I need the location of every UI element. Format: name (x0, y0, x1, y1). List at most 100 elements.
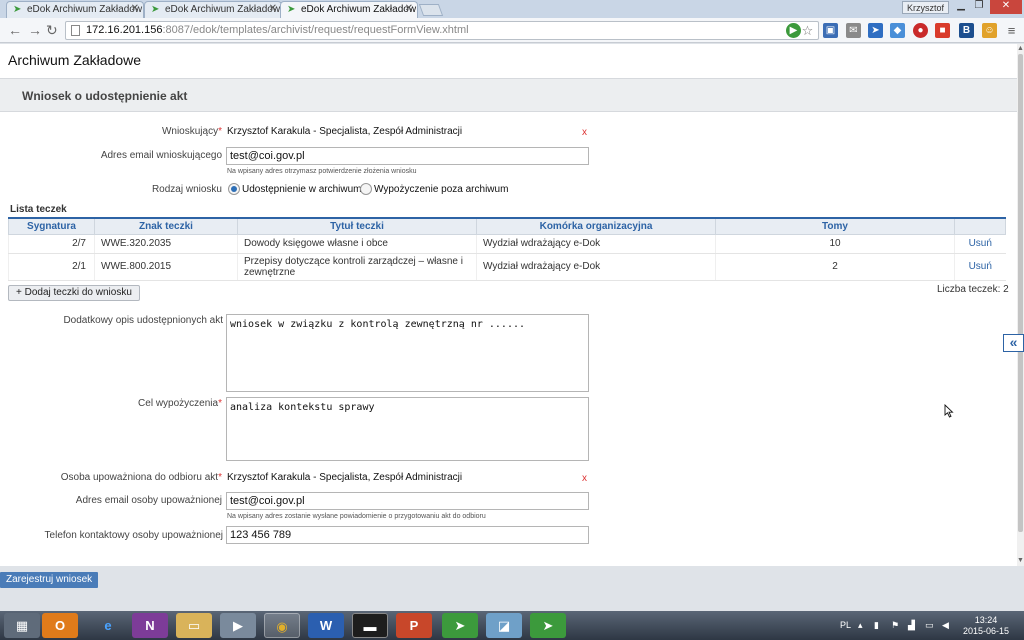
taskbar-chrome-icon[interactable]: ◉ (264, 613, 300, 638)
bookmark-star-icon[interactable]: ☆ (800, 23, 815, 38)
tray-volume-icon[interactable]: ◀ (942, 620, 949, 631)
close-tab-icon[interactable]: ✕ (269, 3, 277, 14)
extra-description-label: Dodatkowy opis udostępnionych akt (63, 315, 223, 326)
cell-tytul: Dowody księgowe własne i obce (237, 234, 477, 254)
clear-authorized-person-button[interactable]: x (582, 473, 587, 484)
register-request-button[interactable]: Zarejestruj wniosek (0, 572, 99, 588)
browser-tab-active[interactable]: ➤ eDok Archiwum Zakładow ✕ (280, 1, 418, 18)
phone-field[interactable]: 123 456 789 (226, 526, 589, 544)
authorized-email-label: Adres email osoby upoważnionej (75, 495, 222, 506)
extension-stop-icon[interactable]: ● (913, 23, 928, 38)
column-header-znak[interactable]: Znak teczki (94, 217, 238, 235)
scroll-up-icon[interactable]: ▲ (1017, 45, 1024, 52)
browser-user-badge[interactable]: Krzysztof (902, 1, 950, 14)
radio-wypozyczenie-label[interactable]: Wypożyczenie poza archiwum (374, 184, 508, 195)
mouse-cursor-icon (944, 404, 954, 418)
page-scrollbar[interactable]: ▲ ▼ (1017, 44, 1024, 566)
authorized-person-value: Krzysztof Karakula - Specjalista, Zespół… (227, 472, 463, 483)
taskbar-word-icon[interactable]: W (308, 613, 344, 638)
column-header-sygnatura[interactable]: Sygnatura (8, 217, 95, 235)
scroll-down-icon[interactable]: ▼ (1017, 557, 1024, 564)
browser-tab-title: eDok Archiwum Zakładow (27, 4, 143, 15)
browser-tab-title: eDok Archiwum Zakładow (165, 4, 281, 15)
requester-label: Wnioskujący* (161, 126, 222, 137)
close-window-button[interactable]: ✕ (990, 0, 1022, 14)
radio-udostepnienie-label[interactable]: Udostępnienie w archiwum (242, 184, 362, 195)
extension-shield-icon[interactable]: ◆ (890, 23, 905, 38)
page-icon (71, 25, 80, 36)
forward-icon[interactable]: → (28, 22, 42, 38)
taskbar-console-icon[interactable]: ▬ (352, 613, 388, 638)
add-folders-button[interactable]: + Dodaj teczki do wniosku (8, 285, 140, 301)
taskbar-edok-icon[interactable]: ➤ (442, 613, 478, 638)
radio-wypozyczenie[interactable] (360, 183, 372, 195)
taskbar-app-icon[interactable]: ◪ (486, 613, 522, 638)
authorized-email-field[interactable]: test@coi.gov.pl (226, 492, 589, 510)
cell-sygnatura: 2/1 (8, 253, 95, 281)
column-header-tytul[interactable]: Tytuł teczki (237, 217, 477, 235)
extension-mail-icon[interactable]: ✉ (846, 23, 861, 38)
edok-favicon-icon: ➤ (13, 4, 22, 15)
column-header-tomy[interactable]: Tomy (715, 217, 955, 235)
tray-network-icon[interactable]: ▮ (874, 620, 879, 631)
taskbar-outlook-icon[interactable]: O (42, 613, 78, 638)
language-indicator[interactable]: PL (840, 620, 851, 630)
requester-email-field[interactable]: test@coi.gov.pl (226, 147, 589, 165)
delete-row-link[interactable]: Usuń (954, 253, 1006, 281)
taskbar-explorer-icon[interactable]: ▭ (176, 613, 212, 638)
authorized-email-hint: Na wpisany adres zostanie wysłane powiad… (227, 513, 486, 520)
extension-b-icon[interactable]: B (959, 23, 974, 38)
taskbar-ie-icon[interactable]: e (90, 613, 126, 638)
taskbar-media-icon[interactable]: ▶ (220, 613, 256, 638)
delete-row-link[interactable]: Usuń (954, 234, 1006, 254)
folder-table: Sygnatura Znak teczki Tytuł teczki Komór… (8, 217, 1006, 281)
purpose-textarea[interactable]: analiza kontekstu sprawy (226, 397, 589, 461)
tray-flag-icon[interactable]: ⚑ (891, 620, 899, 631)
browser-tab[interactable]: ➤ eDok Archiwum Zakładow ✕ (144, 1, 282, 18)
extension-monitor-icon[interactable]: ▣ (823, 23, 838, 38)
taskbar-show-icon[interactable]: ▦ (4, 613, 40, 638)
radio-udostepnienie[interactable] (228, 183, 240, 195)
address-bar[interactable]: 172.16.201.156:8087/edok/templates/archi… (65, 21, 819, 40)
extension-red-icon[interactable]: ■ (935, 23, 950, 38)
back-icon[interactable]: ← (8, 22, 22, 38)
tray-signal-icon[interactable]: ▟ (908, 620, 915, 631)
cell-znak: WWE.320.2035 (94, 234, 238, 254)
taskbar-edok-icon[interactable]: ➤ (530, 613, 566, 638)
extension-face-icon[interactable]: ☺ (982, 23, 997, 38)
extra-description-textarea[interactable]: wniosek w związku z kontrolą zewnętrzną … (226, 314, 589, 392)
cell-tomy: 10 (715, 234, 955, 254)
url-host: 172.16.201.156 (86, 24, 163, 36)
browser-tab[interactable]: ➤ eDok Archiwum Zakładow ✕ (6, 1, 144, 18)
cell-sygnatura: 2/7 (8, 234, 95, 254)
browser-menu-icon[interactable]: ≡ (1004, 23, 1019, 38)
cell-komorka: Wydział wdrażający e-Dok (476, 234, 716, 254)
tray-expand-icon[interactable]: ▴ (858, 620, 863, 631)
taskbar-powerpoint-icon[interactable]: P (396, 613, 432, 638)
scroll-thumb[interactable] (1018, 54, 1023, 532)
maximize-window-button[interactable]: ❐ (968, 0, 990, 14)
close-tab-icon[interactable]: ✕ (131, 3, 139, 14)
column-header-komorka[interactable]: Komórka organizacyjna (476, 217, 716, 235)
taskbar-onenote-icon[interactable]: N (132, 613, 168, 638)
cell-tomy: 2 (715, 253, 955, 281)
taskbar-clock[interactable]: 13:24 2015-06-15 (962, 615, 1010, 637)
url-path: :8087/edok/templates/archivist/request/r… (162, 24, 469, 36)
extension-green-icon[interactable]: ▶ (786, 23, 801, 38)
clear-requester-button[interactable]: x (582, 127, 587, 138)
close-tab-icon[interactable]: ✕ (405, 3, 413, 14)
new-tab-button[interactable] (418, 4, 444, 16)
edok-favicon-icon: ➤ (287, 4, 296, 15)
requester-email-label: Adres email wnioskującego (100, 150, 222, 161)
collapse-panel-button[interactable]: « (1003, 334, 1024, 352)
browser-tab-strip: ➤ eDok Archiwum Zakładow ✕ ➤ eDok Archiw… (0, 0, 1024, 18)
extension-send-icon[interactable]: ➤ (868, 23, 883, 38)
cell-komorka: Wydział wdrażający e-Dok (476, 253, 716, 281)
table-row: 2/7 WWE.320.2035 Dowody księgowe własne … (8, 234, 1006, 254)
tray-battery-icon[interactable]: ▭ (925, 620, 934, 631)
requester-email-hint: Na wpisany adres otrzymasz potwierdzenie… (227, 168, 417, 175)
reload-icon[interactable]: ↻ (46, 22, 58, 38)
windows-taskbar: ▦ O e N ▭ ▶ ◉ W ▬ P ➤ ◪ ➤ PL ▴ ▮ ⚑ ▟ ▭ ◀… (0, 611, 1024, 640)
folder-count: Liczba teczek: 2 (937, 284, 1009, 295)
requester-value: Krzysztof Karakula - Specjalista, Zespół… (227, 126, 463, 137)
